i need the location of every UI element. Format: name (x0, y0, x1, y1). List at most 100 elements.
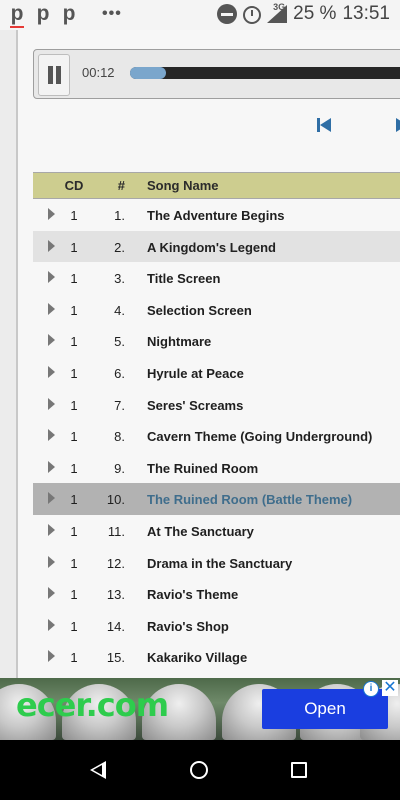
play-arrow-icon[interactable] (48, 429, 55, 442)
play-arrow-icon[interactable] (48, 618, 55, 631)
row-song-name[interactable]: Drama in the Sanctuary (147, 556, 292, 571)
row-cd: 1 (70, 618, 78, 634)
home-icon[interactable] (190, 761, 208, 779)
row-cd: 1 (70, 302, 78, 318)
row-song-name[interactable]: Kakariko Village (147, 650, 247, 665)
table-row[interactable]: 1 9. The Ruined Room (33, 452, 400, 484)
more-notifications-icon: ••• (102, 5, 122, 22)
row-song-name[interactable]: Selection Screen (147, 303, 252, 318)
play-arrow-icon[interactable] (48, 271, 55, 284)
row-number: 14. (106, 618, 125, 634)
play-arrow-icon[interactable] (48, 587, 55, 600)
audio-player: 00:12 (33, 49, 400, 99)
next-track-button[interactable] (394, 116, 400, 134)
table-row[interactable]: 1 10. The Ruined Room (Battle Theme) (33, 483, 400, 515)
play-arrow-icon[interactable] (48, 492, 55, 505)
play-arrow-icon[interactable] (48, 239, 55, 252)
table-row[interactable]: 1 14. Ravio's Shop (33, 610, 400, 642)
skip-back-arrow (320, 118, 331, 132)
progress-fill (130, 67, 166, 79)
row-cd: 1 (70, 271, 78, 287)
row-number: 11. (107, 523, 125, 539)
table-row[interactable]: 1 2. A Kingdom's Legend (33, 230, 400, 263)
row-number: 3. (114, 271, 125, 287)
pause-button[interactable] (38, 54, 70, 96)
row-number: 9. (114, 460, 125, 476)
play-arrow-icon[interactable] (48, 460, 55, 473)
table-row[interactable]: 1 11. At The Sanctuary (33, 515, 400, 547)
play-arrow-icon[interactable] (48, 397, 55, 410)
row-song-name[interactable]: Nightmare (147, 334, 211, 349)
header-song-name: Song Name (147, 178, 219, 193)
table-row[interactable]: 1 13. Ravio's Theme (33, 578, 400, 610)
header-number: # (117, 178, 125, 193)
ad-banner[interactable]: ecer.com Open i ✕ (0, 678, 400, 740)
play-arrow-icon[interactable] (48, 334, 55, 347)
clock: 13:51 (342, 3, 390, 24)
table-row[interactable]: 1 3. Title Screen (33, 262, 400, 294)
recents-icon[interactable] (291, 762, 307, 778)
row-number: 5. (114, 334, 125, 350)
row-song-name[interactable]: Hyrule at Peace (147, 366, 244, 381)
table-row[interactable]: 1 12. Drama in the Sanctuary (33, 547, 400, 579)
table-row[interactable]: 1 15. Kakariko Village (33, 641, 400, 673)
row-number: 6. (114, 365, 125, 381)
do-not-disturb-icon (217, 4, 238, 24)
row-number: 15. (106, 650, 125, 666)
table-row[interactable]: 1 5. Nightmare (33, 325, 400, 357)
row-number: 8. (114, 429, 125, 445)
play-arrow-icon[interactable] (48, 208, 55, 220)
row-song-name[interactable]: The Ruined Room (Battle Theme) (147, 492, 352, 507)
row-cd: 1 (70, 429, 78, 445)
row-song-name[interactable]: The Ruined Room (147, 461, 258, 476)
play-arrow-icon[interactable] (48, 650, 55, 663)
row-number: 4. (114, 302, 125, 318)
row-song-name[interactable]: Seres' Screams (147, 398, 243, 413)
play-arrow-icon[interactable] (48, 365, 55, 378)
system-nav-bar (0, 740, 400, 800)
row-cd: 1 (70, 397, 78, 413)
row-song-name[interactable]: At The Sanctuary (147, 524, 254, 539)
table-row[interactable]: 1 4. Selection Screen (33, 294, 400, 326)
ad-close-icon[interactable]: ✕ (382, 680, 398, 696)
row-cd: 1 (70, 239, 78, 255)
table-body: 1 1. The Adventure Begins 1 2. A Kingdom's Le… (33, 199, 400, 673)
web-page: 00:12 CD # Song Name 1 1. The Adventure Be… (0, 30, 400, 678)
back-icon[interactable] (90, 761, 106, 779)
row-song-name[interactable]: Ravio's Theme (147, 587, 238, 602)
alarm-icon (243, 6, 262, 24)
row-cd: 1 (70, 492, 78, 508)
table-row[interactable]: 1 8. Cavern Theme (Going Underground) (33, 420, 400, 452)
row-cd: 1 (70, 523, 78, 539)
table-row[interactable]: 1 6. Hyrule at Peace (33, 357, 400, 389)
row-song-name[interactable]: Ravio's Shop (147, 619, 229, 634)
row-song-name[interactable]: A Kingdom's Legend (147, 240, 276, 255)
progress-bar[interactable] (130, 67, 400, 79)
play-arrow-icon[interactable] (48, 555, 55, 568)
table-row[interactable]: 1 1. The Adventure Begins (33, 199, 400, 231)
battery-level: 25 % (293, 3, 337, 24)
header-cd: CD (64, 178, 84, 193)
notification-icons: p p p ••• (10, 2, 122, 28)
row-cd: 1 (70, 208, 78, 223)
table-row[interactable]: 1 7. Seres' Screams (33, 389, 400, 421)
content-area: 00:12 CD # Song Name 1 1. The Adventure Be… (18, 30, 400, 678)
play-next-icon (396, 118, 400, 132)
elapsed-time: 00:12 (82, 65, 115, 80)
previous-track-button[interactable] (315, 116, 335, 134)
track-list-table: CD # Song Name 1 1. The Adventure Begins 1 2… (33, 172, 400, 673)
row-number: 2. (114, 239, 125, 255)
row-song-name[interactable]: Cavern Theme (Going Underground) (147, 429, 372, 444)
row-cd: 1 (70, 555, 78, 571)
ad-info-icon[interactable]: i (363, 681, 379, 697)
table-header: CD # Song Name (33, 173, 400, 199)
play-arrow-icon[interactable] (48, 523, 55, 536)
cell-signal-icon: 3G (267, 2, 288, 23)
row-song-name[interactable]: Title Screen (147, 271, 220, 286)
network-type: 3G (273, 2, 286, 12)
row-song-name[interactable]: The Adventure Begins (147, 208, 284, 223)
system-indicators: 3G 25 % 13:51 (217, 2, 390, 25)
row-cd: 1 (70, 650, 78, 666)
notification-app-icon: p (36, 2, 50, 25)
play-arrow-icon[interactable] (48, 302, 55, 315)
